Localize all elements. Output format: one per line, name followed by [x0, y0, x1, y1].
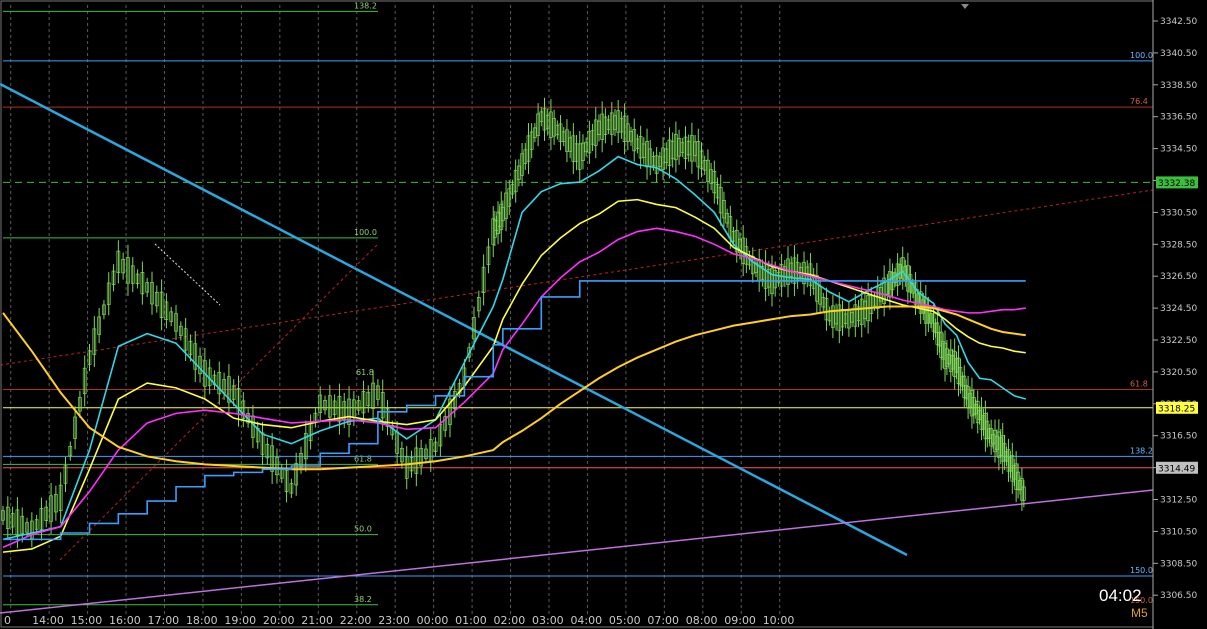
y-tick-label: 3328.50 [1160, 240, 1197, 250]
x-tick-label: 04:00 [570, 614, 602, 627]
y-tick-label: 3336.50 [1160, 113, 1197, 123]
y-tick-label: 3324.50 [1160, 304, 1197, 314]
trendline-red-dotted [0, 189, 1154, 366]
y-tick-label: 3330.50 [1160, 208, 1197, 218]
price-axis: 3342.50 3340.50 3338.50 3336.50 3334.50 3332.… [1152, 0, 1197, 629]
price-tag-label: 3318.25 [1158, 404, 1195, 414]
fibonacci-levels: 138.2 100.0 61.8 50.0 38.2 100.0 76.4 61.8 138.2… [3, 1, 1153, 606]
series-ma_long [2, 305, 1026, 471]
fib-left-label: 50.0 [354, 525, 372, 534]
time-axis: 0 14:00 15:00 16:00 17:00 18:00 19:00 20:00 21:0… [4, 614, 794, 627]
y-tick-label: 3306.50 [1160, 591, 1197, 601]
series-ma_slow [2, 227, 1026, 549]
y-tick-label: 3340.50 [1160, 49, 1197, 59]
fib-left-label: 138.2 [354, 1, 377, 10]
x-tick-label: 09:00 [724, 614, 756, 627]
timeframe-label: M5 [1131, 606, 1148, 620]
x-tick-label: 19:00 [224, 614, 256, 627]
x-tick-label: 07:00 [647, 614, 679, 627]
x-tick-label: 15:00 [71, 614, 103, 627]
fib-right-label: 76.4 [1130, 97, 1148, 106]
series-ma_mid [2, 198, 1026, 553]
fib-right-label: 100.0 [1130, 51, 1153, 60]
series-ma_fast [2, 155, 1026, 541]
x-tick-label: 16:00 [109, 614, 141, 627]
fib-left-label: 100.0 [354, 228, 377, 237]
series-stepline [3, 280, 1026, 541]
y-tick-label: 3334.50 [1160, 145, 1197, 155]
price-tag-label: 3314.49 [1158, 464, 1195, 474]
y-tick-label: 3312.50 [1160, 496, 1197, 506]
x-tick-label: 21:00 [301, 614, 333, 627]
x-tick-label: 10:00 [763, 614, 795, 627]
fib-right-label: 150.0 [1130, 566, 1153, 575]
x-tick-label: 20:00 [263, 614, 295, 627]
y-tick-label: 3322.50 [1160, 336, 1197, 346]
fib-right-label: 61.8 [1130, 379, 1148, 388]
price-tag-label: 3332.38 [1158, 179, 1195, 189]
fib-left-label: 61.8 [354, 454, 372, 463]
fib-left-label: 38.2 [354, 595, 372, 604]
price-chart[interactable]: 138.2 100.0 61.8 50.0 38.2 100.0 76.4 61.8 138.2… [0, 0, 1207, 629]
fib-right-label: 138.2 [1130, 446, 1153, 455]
x-tick-label: 0 [4, 614, 11, 627]
chart-window[interactable]: 138.2 100.0 61.8 50.0 38.2 100.0 76.4 61.8 138.2… [0, 0, 1207, 629]
y-tick-label: 3310.50 [1160, 527, 1197, 537]
shift-marker-icon [961, 4, 969, 9]
x-tick-label: 22:00 [340, 614, 372, 627]
price-tags: 3332.38 3318.25 3314.49 [961, 4, 1198, 474]
trendline-violet [0, 489, 1154, 614]
y-tick-label: 3320.50 [1160, 368, 1197, 378]
grid [0, 0, 1154, 628]
y-tick-label: 3308.50 [1160, 559, 1197, 569]
x-tick-label: 23:00 [378, 614, 410, 627]
y-tick-label: 3326.50 [1160, 272, 1197, 282]
series-group [1, 97, 1026, 553]
fib-extra-label: 61.8 [356, 368, 374, 377]
x-tick-label: 02:00 [494, 614, 526, 627]
x-tick-label: 00:00 [417, 614, 449, 627]
y-tick-label: 3338.50 [1160, 81, 1197, 91]
x-tick-label: 08:00 [686, 614, 718, 627]
y-tick-label: 3342.50 [1160, 17, 1197, 27]
x-tick-label: 03:00 [532, 614, 564, 627]
bar-timer: 04:02 [1099, 586, 1142, 605]
plot-border [0, 0, 1154, 628]
x-tick-label: 01:00 [455, 614, 487, 627]
x-tick-label: 17:00 [147, 614, 179, 627]
y-tick-label: 3316.50 [1160, 432, 1197, 442]
x-tick-label: 14:00 [32, 614, 64, 627]
x-tick-label: 05:00 [609, 614, 641, 627]
x-tick-label: 18:00 [186, 614, 218, 627]
